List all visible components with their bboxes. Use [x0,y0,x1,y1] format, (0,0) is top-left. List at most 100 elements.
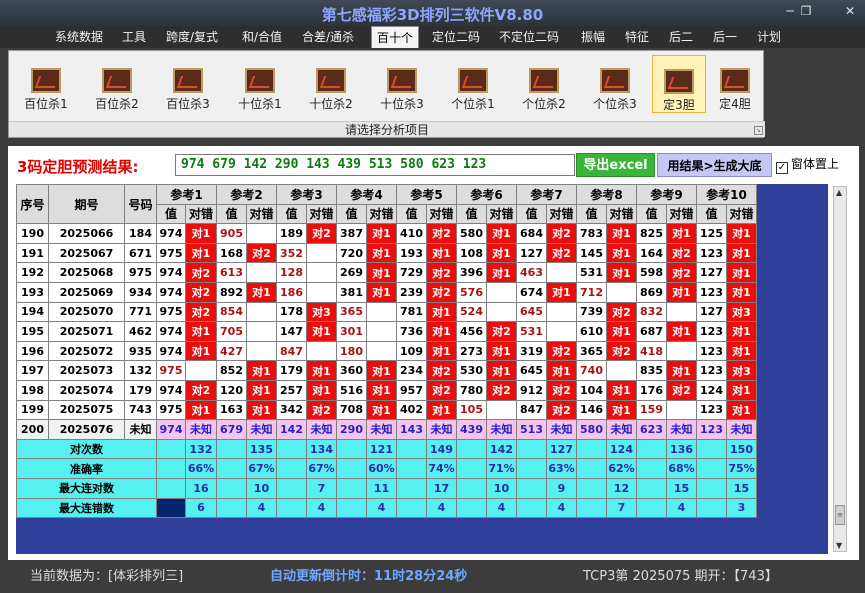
value-cell: 832 [636,301,667,323]
vertical-scrollbar[interactable]: ▲ ≡ ▼ [833,186,847,552]
value-cell: 142 [276,419,307,440]
menu-item[interactable]: 振幅 [576,26,610,48]
stats-pad [576,497,607,519]
value-cell: 530 [456,360,487,381]
hit-cell: 对1 [306,379,337,401]
hit-cell: 对1 [246,379,277,401]
value-cell: 974 [156,281,186,303]
main-panel: 3码定胆预测结果: 974 679 142 290 143 439 513 58… [8,146,859,560]
expand-icon[interactable]: ↘ [754,126,763,135]
ribbon-button[interactable]: 十位杀2 [302,55,360,113]
column-header-ref[interactable]: 参考5 [396,184,457,205]
column-header-ref[interactable]: 参考2 [216,184,277,205]
ribbon-button[interactable]: 百位杀1 [17,55,75,113]
ribbon-button[interactable]: 个位杀2 [515,55,573,113]
ribbon-button[interactable]: 个位杀3 [586,55,644,113]
menu-item-active[interactable]: 百十个 [371,26,420,48]
value-cell: 123 [696,419,727,440]
value-cell: 104 [576,379,607,401]
ribbon-button[interactable]: 定4胆 [708,55,762,113]
column-header-ref[interactable]: 参考9 [636,184,697,205]
column-header-ref[interactable]: 参考8 [576,184,637,205]
hit-cell: 对2 [666,262,697,283]
menu-item[interactable]: 工具 [117,26,151,48]
menu-item[interactable]: 合差/通杀 [297,26,359,48]
menu-item[interactable]: 和/合值 [237,26,287,48]
table-row[interactable]: 199 2025075 743 975 对1 163 对1 342 对2 708 对1 402 对1 10… [16,399,757,421]
restore-icon[interactable]: ❐ [794,4,818,18]
table-row[interactable]: 196 2025072 935 974 对1 427 847 180 109 对1 273 对1 319… [16,340,757,362]
generate-base-button[interactable]: 用结果>生成大底 [657,153,772,177]
ribbon-button[interactable]: 百位杀2 [88,55,146,113]
value-cell: 513 [516,419,547,440]
menu-item[interactable]: 定位二码 [427,26,485,48]
column-header-ref[interactable]: 参考6 [456,184,517,205]
table-row[interactable]: 198 2025074 179 974 对2 120 对1 257 对1 516 对1 957 对2 78… [16,379,757,401]
menu-item[interactable]: 特征 [620,26,654,48]
column-header-ref[interactable]: 参考10 [696,184,757,205]
ribbon-button[interactable]: 百位杀3 [159,55,217,113]
stats-value: 67% [306,458,337,479]
hit-cell: 对2 [606,301,637,323]
value-cell: 720 [336,242,367,264]
menu-item[interactable]: 跨度/复式 [161,26,223,48]
stats-value: 74% [426,458,457,479]
column-header-ref[interactable]: 参考3 [276,184,337,205]
ribbon-button-selected[interactable]: 定3胆 [652,55,706,113]
menu-item[interactable]: 计划 [752,26,786,48]
hit-cell: 对1 [726,399,757,421]
stats-pad [456,438,487,460]
table-row[interactable]: 192 2025068 975 974 对2 613 128 269 对1 729 对2 396 对1 4… [16,262,757,283]
scroll-down-icon[interactable]: ▼ [836,541,842,550]
value-cell: 610 [576,321,607,342]
stats-value: 62% [606,458,637,479]
stats-pad [516,477,547,499]
ribbon-button[interactable]: 个位杀1 [444,55,502,113]
hit-cell: 对1 [666,360,697,381]
result-field[interactable]: 974 679 142 290 143 439 513 580 623 123 [175,154,575,176]
row-seq: 195 [16,321,49,342]
table-row[interactable]: 190 2025066 184 974 对1 905 189 对2 387 对1 410 对2 580 对… [16,223,757,244]
hit-cell [306,242,337,264]
value-cell: 387 [336,223,367,244]
table-row[interactable]: 197 2025073 132 975 852 对1 179 对1 360 对1 234 对2 530 对… [16,360,757,381]
hit-cell: 对1 [185,340,217,362]
stats-pad [516,497,547,519]
row-seq: 199 [16,399,49,421]
column-header-ref[interactable]: 参考1 [156,184,217,205]
row-period: 2025071 [48,321,125,342]
hit-cell: 对2 [306,399,337,421]
column-header-ref[interactable]: 参考7 [516,184,577,205]
hit-cell: 对1 [726,223,757,244]
value-cell: 128 [276,262,307,283]
value-cell: 360 [336,360,367,381]
table-row[interactable]: 193 2025069 934 974 对2 892 对1 186 381 对1 239 对2 576 6… [16,281,757,303]
table-row[interactable]: 195 2025071 462 974 对1 705 147 对1 301 736 对1 456 对2 5… [16,321,757,342]
scroll-up-icon[interactable]: ▲ [836,188,842,197]
stats-value: 63% [546,458,577,479]
row-code: 975 [124,262,157,283]
table-row[interactable]: 191 2025067 671 975 对1 168 对2 352 720 对1 193 对1 108 对… [16,242,757,264]
column-header-ref[interactable]: 参考4 [336,184,397,205]
data-grid: 序号 期号 号码 参考1 参考2 参考3 参考4 参考5 参考6 参考7 参考8 参考9 参考10 值对错… [16,184,828,554]
hit-cell: 对1 [486,242,517,264]
value-cell: 975 [156,301,186,323]
table-row[interactable]: 194 2025070 771 975 对2 854 178 对3 365 781 对1 524 645… [16,301,757,323]
column-header-code: 号码 [124,184,157,225]
menu-item[interactable]: 后二 [664,26,698,48]
checkbox-icon[interactable]: ✓ [776,162,788,174]
table-row[interactable]: 200 2025076 未知 974 未知 679 未知 142 未知 290 未知 143 未知 439… [16,419,757,440]
ribbon-button[interactable]: 十位杀3 [373,55,431,113]
menu-item[interactable]: 不定位二码 [494,26,564,48]
menu-item[interactable]: 系统数据 [50,26,108,48]
topmost-checkbox[interactable]: ✓ 窗体置上 [776,155,839,174]
stats-value: 7 [306,477,337,499]
value-cell: 613 [216,262,247,283]
chart-icon [31,68,61,93]
value-cell: 127 [516,242,547,264]
export-excel-button[interactable]: 导出excel [576,153,655,177]
ribbon-button[interactable]: 十位杀1 [231,55,289,113]
close-icon[interactable]: ✕ [838,4,862,18]
scroll-thumb[interactable]: ≡ [835,505,845,525]
menu-item[interactable]: 后一 [708,26,742,48]
